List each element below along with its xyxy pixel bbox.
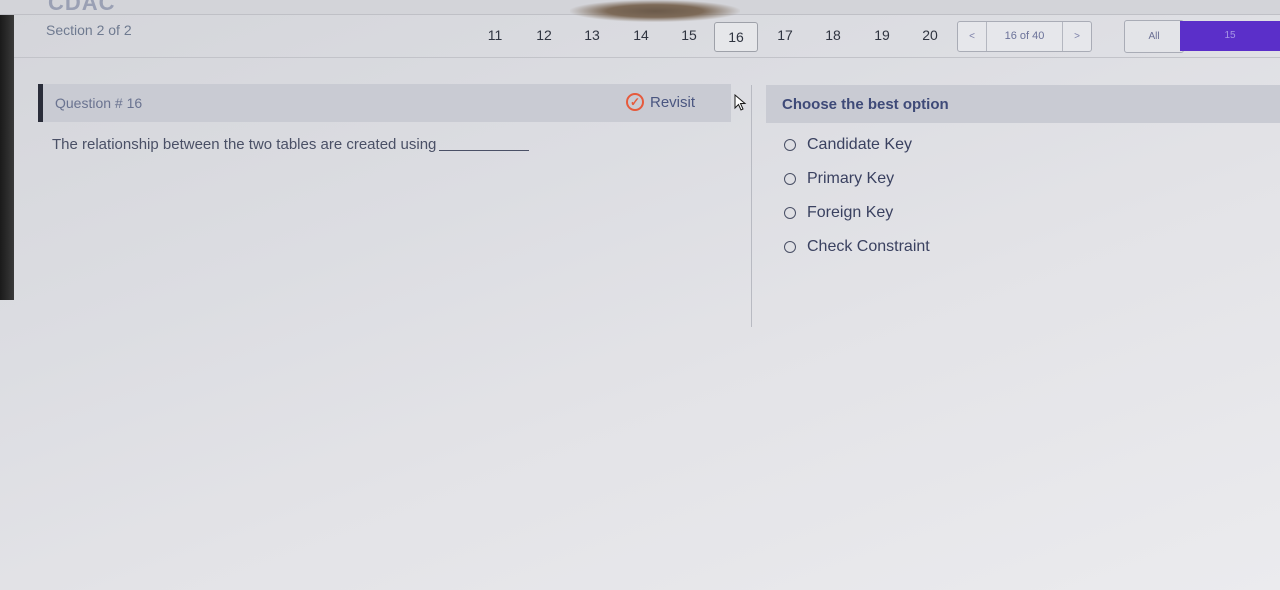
panel-divider <box>751 85 752 327</box>
options-header: Choose the best option <box>766 85 1280 123</box>
page-number-13[interactable]: 13 <box>577 27 607 43</box>
option-label: Primary Key <box>807 170 895 187</box>
purple-action-button[interactable]: 15 <box>1180 21 1280 51</box>
page-number-20[interactable]: 20 <box>915 27 945 43</box>
answer-blank <box>439 150 530 151</box>
question-body: The relationship between the two tables … <box>52 136 437 153</box>
option-foreign-key[interactable]: Foreign Key <box>784 202 930 224</box>
page-number-18[interactable]: 18 <box>818 27 848 43</box>
revisit-icon: ✓ <box>626 93 644 111</box>
page-number-16-active[interactable]: 16 <box>714 22 758 52</box>
app-logo: CDAC <box>48 0 116 15</box>
page-number-14[interactable]: 14 <box>626 27 656 43</box>
radio-button[interactable] <box>784 139 796 151</box>
revisit-label: Revisit <box>650 93 696 111</box>
option-check-constraint[interactable]: Check Constraint <box>784 236 930 258</box>
revisit-button[interactable]: ✓ Revisit <box>626 93 695 111</box>
option-label: Foreign Key <box>807 204 894 221</box>
page-number-15[interactable]: 15 <box>674 27 704 43</box>
question-pager: < 16 of 40 > <box>957 21 1092 52</box>
page-number-19[interactable]: 19 <box>867 27 897 43</box>
radio-button[interactable] <box>784 241 796 253</box>
option-candidate-key[interactable]: Candidate Key <box>784 134 930 156</box>
next-page-button[interactable]: > <box>1063 31 1091 42</box>
option-primary-key[interactable]: Primary Key <box>784 168 930 190</box>
options-list: Candidate Key Primary Key Foreign Key Ch… <box>784 134 930 270</box>
previous-page-button[interactable]: < <box>958 31 986 42</box>
page-number-11[interactable]: 11 <box>480 27 510 43</box>
section-label: Section 2 of 2 <box>46 22 132 38</box>
page-number-12[interactable]: 12 <box>529 27 559 43</box>
screen-bezel <box>0 0 14 300</box>
radio-button[interactable] <box>784 173 796 185</box>
radio-button[interactable] <box>784 207 796 219</box>
options-title: Choose the best option <box>782 96 949 113</box>
question-text: The relationship between the two tables … <box>52 136 530 153</box>
navigation-header: Section 2 of 2 11 12 13 14 15 16 17 18 1… <box>14 15 1280 58</box>
all-questions-button[interactable]: All <box>1124 20 1184 53</box>
page-number-17[interactable]: 17 <box>770 27 800 43</box>
mouse-cursor-icon <box>734 94 747 111</box>
option-label: Check Constraint <box>807 238 930 255</box>
page-count: 16 of 40 <box>986 22 1063 51</box>
question-accent-bar <box>38 84 43 122</box>
question-header: Question # 16 ✓ Revisit <box>38 84 731 122</box>
option-label: Candidate Key <box>807 136 912 153</box>
question-number: Question # 16 <box>55 95 143 111</box>
